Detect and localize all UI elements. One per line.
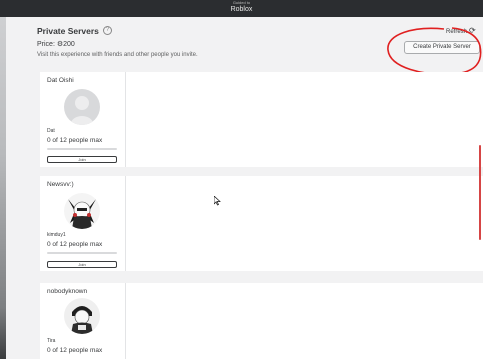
server-name: Dat Oishi <box>47 77 74 84</box>
section-title: Private Servers <box>37 26 99 36</box>
join-button[interactable]: Join <box>47 156 117 163</box>
player-count: 0 of 12 people max <box>47 137 103 144</box>
price-row: Price: ⚙200 <box>37 40 75 48</box>
price-label: Price: <box>37 41 55 48</box>
mouse-pointer-icon <box>214 196 221 206</box>
window-subtitle: Guided to <box>232 0 251 5</box>
server-name: nobodyknown <box>47 288 88 295</box>
price-value: 200 <box>63 41 75 48</box>
owner-name[interactable]: kimduy1 <box>47 232 66 238</box>
capacity-bar <box>47 148 117 150</box>
card-divider <box>125 72 126 167</box>
server-card: Newsvv:) kimduy1 0 of 12 people max Join <box>40 176 483 271</box>
refresh-button[interactable]: Refresh ⟳ <box>446 26 476 35</box>
refresh-icon: ⟳ <box>469 26 476 35</box>
window-app-name: Roblox <box>230 6 253 13</box>
owner-avatar[interactable] <box>64 193 100 229</box>
owner-avatar[interactable] <box>64 298 100 334</box>
scrollbar[interactable] <box>479 145 481 240</box>
section-description: Visit this experience with friends and o… <box>37 52 198 58</box>
create-private-server-button[interactable]: Create Private Server <box>404 41 480 54</box>
server-card: nobodyknown Tira 0 of 12 people max <box>40 283 483 359</box>
card-divider <box>125 283 126 359</box>
card-divider <box>125 176 126 271</box>
owner-name[interactable]: Tira <box>47 338 55 344</box>
window-caption: Guided to Roblox <box>0 0 483 14</box>
private-servers-panel: Private Servers ? Price: ⚙200 Visit this… <box>6 17 483 359</box>
server-name: Newsvv:) <box>47 181 74 188</box>
server-card: Dat Oishi Dat 0 of 12 people max Join <box>40 72 483 167</box>
title-bar: Guided to Roblox <box>0 0 483 17</box>
owner-avatar[interactable] <box>64 89 100 125</box>
owner-name[interactable]: Dat <box>47 128 55 134</box>
capacity-bar <box>47 252 117 254</box>
player-count: 0 of 12 people max <box>47 347 103 354</box>
help-icon[interactable]: ? <box>103 26 112 35</box>
join-button[interactable]: Join <box>47 261 117 268</box>
player-count: 0 of 12 people max <box>47 241 103 248</box>
refresh-label: Refresh <box>446 29 468 35</box>
